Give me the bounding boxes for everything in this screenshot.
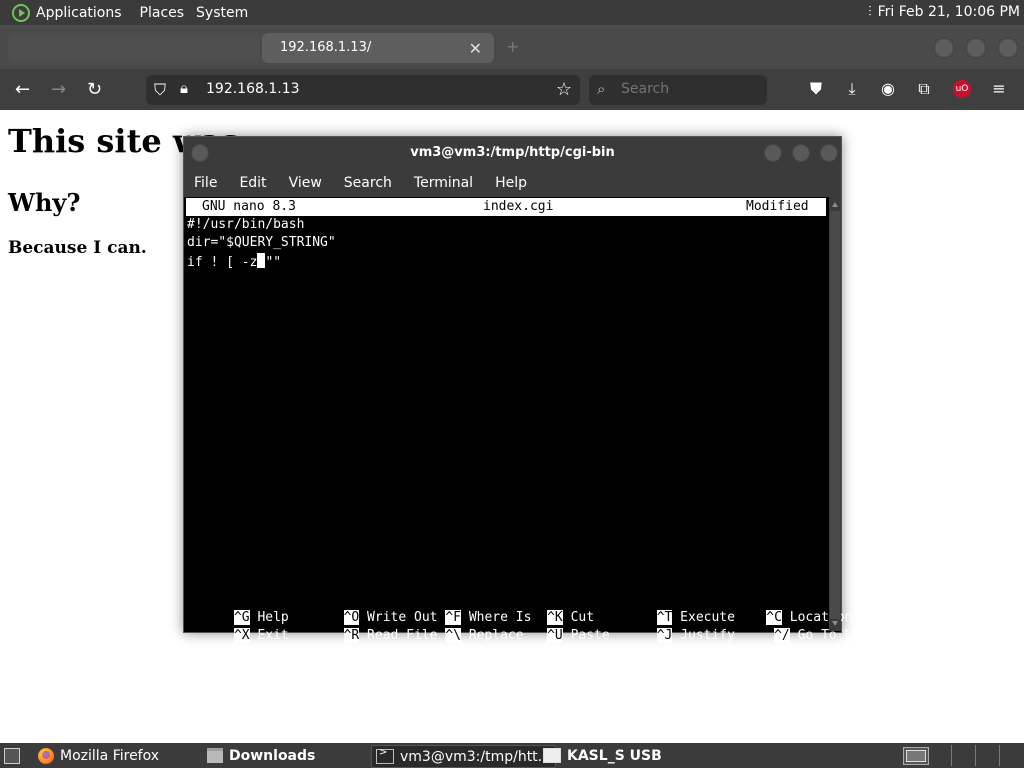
terminal-minimize-button[interactable] bbox=[764, 144, 782, 162]
scroll-down-arrow-icon[interactable] bbox=[832, 621, 838, 626]
close-window-button[interactable] bbox=[998, 38, 1018, 58]
ublock-origin-icon[interactable]: uO bbox=[953, 80, 971, 98]
clock-label: Fri Feb 21, 10:06 PM bbox=[877, 4, 1020, 20]
taskbar: Mozilla Firefox Downloads vm3@vm3:/tmp/h… bbox=[0, 743, 1024, 768]
shortcut-label: Exit bbox=[257, 628, 289, 643]
shortcut-key: ^U bbox=[547, 628, 563, 643]
taskbar-item-label: KASL_S USB bbox=[567, 747, 662, 764]
workspace-separator bbox=[999, 745, 1000, 766]
nano-status: Modified bbox=[746, 199, 809, 214]
places-menu[interactable]: Places bbox=[140, 5, 185, 21]
bookmark-star-icon[interactable]: ☆ bbox=[556, 79, 572, 100]
shortcut-label: Replace bbox=[468, 628, 524, 643]
new-tab-button[interactable]: + bbox=[506, 37, 519, 56]
menu-help[interactable]: Help bbox=[495, 175, 527, 191]
tracking-protection-shield-icon[interactable]: ⛉ bbox=[154, 80, 166, 100]
terminal-close-button[interactable] bbox=[820, 144, 838, 162]
back-button[interactable]: ← bbox=[15, 79, 30, 100]
tab-title: 192.168.1.13/ bbox=[280, 40, 372, 55]
taskbar-item-usb[interactable]: KASL_S USB bbox=[543, 745, 662, 766]
menu-edit[interactable]: Edit bbox=[239, 175, 266, 191]
url-text: 192.168.1.13 bbox=[206, 81, 300, 97]
menu-file[interactable]: File bbox=[194, 175, 217, 191]
nano-version: GNU nano 8.3 bbox=[202, 199, 296, 214]
shortcut-label: Justify bbox=[680, 628, 735, 643]
workspace-separator bbox=[975, 745, 976, 766]
search-bar[interactable]: ⌕ bbox=[589, 75, 767, 105]
top-panel: Applications Places System ⫶ Fri Feb 21,… bbox=[0, 0, 1024, 25]
workspace-switcher-active[interactable] bbox=[903, 747, 929, 765]
forward-button[interactable]: → bbox=[51, 79, 66, 100]
menu-view[interactable]: View bbox=[289, 175, 322, 191]
shortcut-label: Paste bbox=[570, 628, 610, 643]
menu-hamburger-icon[interactable]: ≡ bbox=[990, 80, 1008, 98]
shortcut-label: Read File bbox=[367, 628, 438, 643]
shortcut-key: ^J bbox=[656, 628, 673, 643]
code-line-3: if ! [ -z "" bbox=[187, 253, 282, 270]
tab-inactive-ghost[interactable] bbox=[8, 33, 260, 63]
desktop-icon bbox=[4, 747, 20, 764]
network-indicator-icon: ⫶ bbox=[868, 4, 872, 20]
page-subheading: Why? bbox=[8, 188, 81, 217]
nano-filename: index.cgi bbox=[483, 199, 554, 214]
code-line-1: #!/usr/bin/bash bbox=[187, 217, 305, 232]
applications-menu[interactable]: Applications bbox=[6, 3, 140, 22]
terminal-menubar: File Edit View Search Terminal Help bbox=[184, 169, 841, 197]
show-desktop-button[interactable] bbox=[4, 745, 20, 766]
terminal-scrollbar[interactable] bbox=[829, 197, 841, 631]
distribution-logo-icon bbox=[12, 3, 30, 22]
downloads-icon[interactable]: ⤓ bbox=[843, 80, 861, 98]
terminal-titlebar[interactable]: vm3@vm3:/tmp/http/cgi-bin bbox=[184, 137, 841, 169]
nano-editor[interactable]: GNU nano 8.3 index.cgi Modified #!/usr/b… bbox=[184, 197, 876, 643]
maximize-window-button[interactable] bbox=[966, 38, 986, 58]
system-menu[interactable]: System bbox=[196, 5, 248, 21]
extensions-icon[interactable]: ⧉ bbox=[915, 80, 933, 98]
scrollbar-thumb[interactable] bbox=[830, 211, 840, 619]
account-icon[interactable]: ◉ bbox=[879, 80, 897, 98]
taskbar-item-label: Mozilla Firefox bbox=[60, 747, 160, 764]
search-input[interactable] bbox=[619, 80, 763, 98]
terminal-window[interactable]: vm3@vm3:/tmp/http/cgi-bin File Edit View… bbox=[183, 136, 876, 643]
firefox-icon bbox=[38, 747, 54, 764]
menu-terminal[interactable]: Terminal bbox=[414, 175, 473, 191]
clock[interactable]: ⫶ Fri Feb 21, 10:06 PM bbox=[868, 4, 1020, 20]
shortcut-key: ^/ bbox=[774, 628, 790, 643]
applications-menu-label: Applications bbox=[36, 4, 122, 21]
folder-icon bbox=[207, 748, 223, 763]
shortcut-key: ^X bbox=[233, 628, 250, 643]
usb-drive-icon bbox=[543, 748, 561, 763]
terminal-maximize-button[interactable] bbox=[792, 144, 810, 162]
reload-button[interactable]: ↻ bbox=[87, 79, 102, 100]
terminal-title: vm3@vm3:/tmp/http/cgi-bin bbox=[410, 145, 615, 160]
menu-search[interactable]: Search bbox=[344, 175, 392, 191]
taskbar-item-firefox[interactable]: Mozilla Firefox bbox=[38, 745, 159, 766]
shortcut-key: ^R bbox=[343, 628, 360, 643]
taskbar-item-label: Downloads bbox=[229, 747, 316, 764]
taskbar-item-label: vm3@vm3:/tmp/htt... bbox=[400, 748, 552, 765]
terminal-icon bbox=[376, 747, 394, 764]
browser-tab-active[interactable]: 192.168.1.13/ ✕ bbox=[262, 33, 494, 63]
shortcut-key: ^\ bbox=[445, 628, 461, 643]
pocket-icon[interactable]: ⛊ bbox=[807, 80, 825, 98]
workspace-separator bbox=[951, 745, 952, 766]
close-tab-icon[interactable]: ✕ bbox=[469, 39, 482, 58]
page-paragraph: Because I can. bbox=[8, 238, 147, 258]
nano-shortcuts-row-2: ^X Exit ^R Read File ^\ Replace ^U Paste… bbox=[187, 613, 876, 658]
scroll-up-arrow-icon[interactable] bbox=[832, 202, 838, 207]
url-bar[interactable]: ⛉ 🔒︎ 192.168.1.13 ☆ bbox=[146, 75, 580, 105]
code-line-2: dir="$QUERY_STRING" bbox=[187, 235, 336, 250]
taskbar-item-downloads[interactable]: Downloads bbox=[207, 745, 315, 766]
taskbar-item-terminal[interactable]: vm3@vm3:/tmp/htt... bbox=[371, 745, 557, 768]
lock-icon: 🔒︎ bbox=[180, 79, 188, 97]
minimize-window-button[interactable] bbox=[934, 38, 954, 58]
search-icon: ⌕ bbox=[597, 80, 606, 98]
nano-header: GNU nano 8.3 index.cgi Modified bbox=[186, 198, 826, 216]
